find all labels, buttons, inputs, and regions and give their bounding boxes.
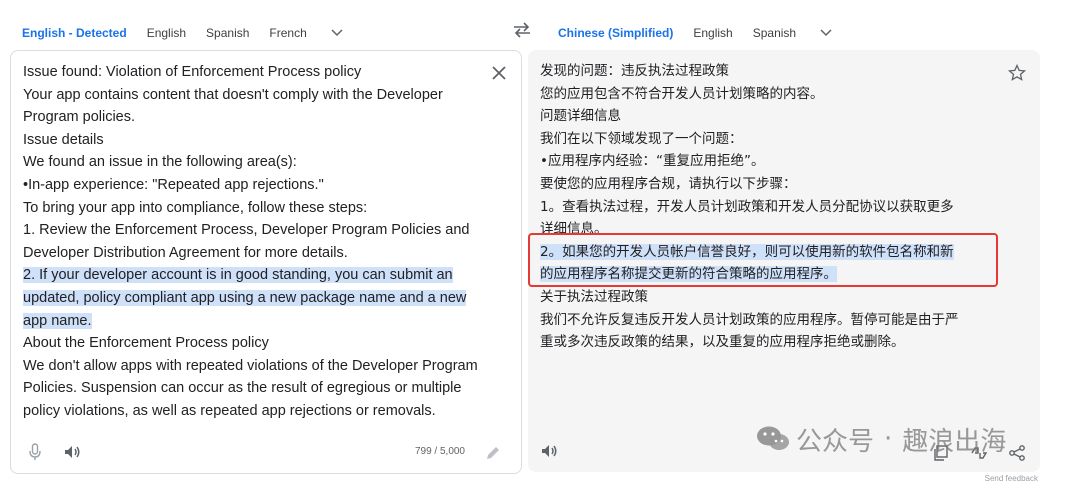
swap-languages-icon[interactable] <box>512 22 532 38</box>
translation-text: 发现的问题：违反执法过程政策 您的应用包含不符合开发人员计划策略的内容。 问题详… <box>540 60 1000 354</box>
translation-line: •应用程序内经验：“重复应用拒绝”。 <box>540 153 765 170</box>
translation-line: 重或多次违反政策的结果，以及重复的应用程序拒绝或删除。 <box>540 334 905 351</box>
source-text-input[interactable]: Issue found: Violation of Enforcement Pr… <box>23 61 493 423</box>
source-line-highlighted: app name. <box>23 310 493 333</box>
microphone-icon[interactable] <box>27 443 43 461</box>
source-line: We don't allow apps with repeated violat… <box>23 357 478 374</box>
source-line: Program policies. <box>23 109 136 126</box>
highlighted-text: app name. <box>23 312 92 329</box>
source-line: We found an issue in the following area(… <box>23 154 297 171</box>
source-text-panel[interactable]: Issue found: Violation of Enforcement Pr… <box>10 50 522 474</box>
close-icon[interactable] <box>491 65 507 81</box>
watermark: 公众号 · 趣浪出海 <box>756 422 1007 457</box>
speaker-icon[interactable] <box>63 443 81 461</box>
translation-line: 我们在以下领域发现了一个问题： <box>540 130 743 147</box>
pencil-icon[interactable] <box>485 445 501 461</box>
send-feedback-link[interactable]: Send feedback <box>985 474 1038 483</box>
highlighted-text: 2. If your developer account is in good … <box>23 267 453 284</box>
translation-line: 关于执法过程政策 <box>540 288 648 305</box>
translation-line: 发现的问题：违反执法过程政策 <box>540 63 729 79</box>
source-line: Policies. Suspension can occur as the re… <box>23 380 462 397</box>
source-line: Developer Distribution Agreement for mor… <box>23 244 348 261</box>
source-line: policy violations, as well as repeated a… <box>23 402 436 419</box>
chevron-down-icon[interactable] <box>331 26 343 38</box>
chevron-down-icon[interactable] <box>820 26 832 38</box>
highlighted-text: updated, policy compliant app using a ne… <box>23 289 467 306</box>
source-line: About the Enforcement Process policy <box>23 335 269 352</box>
translation-line: 您的应用包含不符合开发人员计划策略的内容。 <box>540 85 824 102</box>
translation-line: 要使您的应用程序合规，请执行以下步骤： <box>540 175 797 192</box>
source-line-highlighted: updated, policy compliant app using a ne… <box>23 287 493 310</box>
star-icon[interactable] <box>1008 64 1026 82</box>
source-line: To bring your app into compliance, follo… <box>23 199 368 216</box>
source-line: Your app contains content that doesn't c… <box>23 86 443 103</box>
translation-line: 1。查看执法过程，开发人员计划政策和开发人员分配协议以获取更多 <box>540 198 954 215</box>
source-line: Issue details <box>23 131 104 148</box>
source-line: Issue found: Violation of Enforcement Pr… <box>23 64 362 80</box>
source-line: •In-app experience: "Repeated app reject… <box>23 176 324 193</box>
highlight-annotation-box <box>528 233 998 287</box>
speaker-icon[interactable] <box>540 442 558 460</box>
translation-line: 问题详细信息 <box>540 108 621 125</box>
source-line-highlighted: 2. If your developer account is in good … <box>23 264 493 287</box>
watermark-separator: · <box>884 424 893 454</box>
watermark-text: 趣浪出海 <box>902 426 1007 457</box>
share-icon[interactable] <box>1008 444 1026 462</box>
source-line: 1. Review the Enforcement Process, Devel… <box>23 222 470 239</box>
wechat-icon <box>757 426 789 450</box>
translation-line: 我们不允许反复违反开发人员计划政策的应用程序。暂停可能是由于严 <box>540 311 959 328</box>
character-count: 799 / 5,000 <box>414 446 465 457</box>
watermark-text: 公众号 <box>796 426 875 457</box>
